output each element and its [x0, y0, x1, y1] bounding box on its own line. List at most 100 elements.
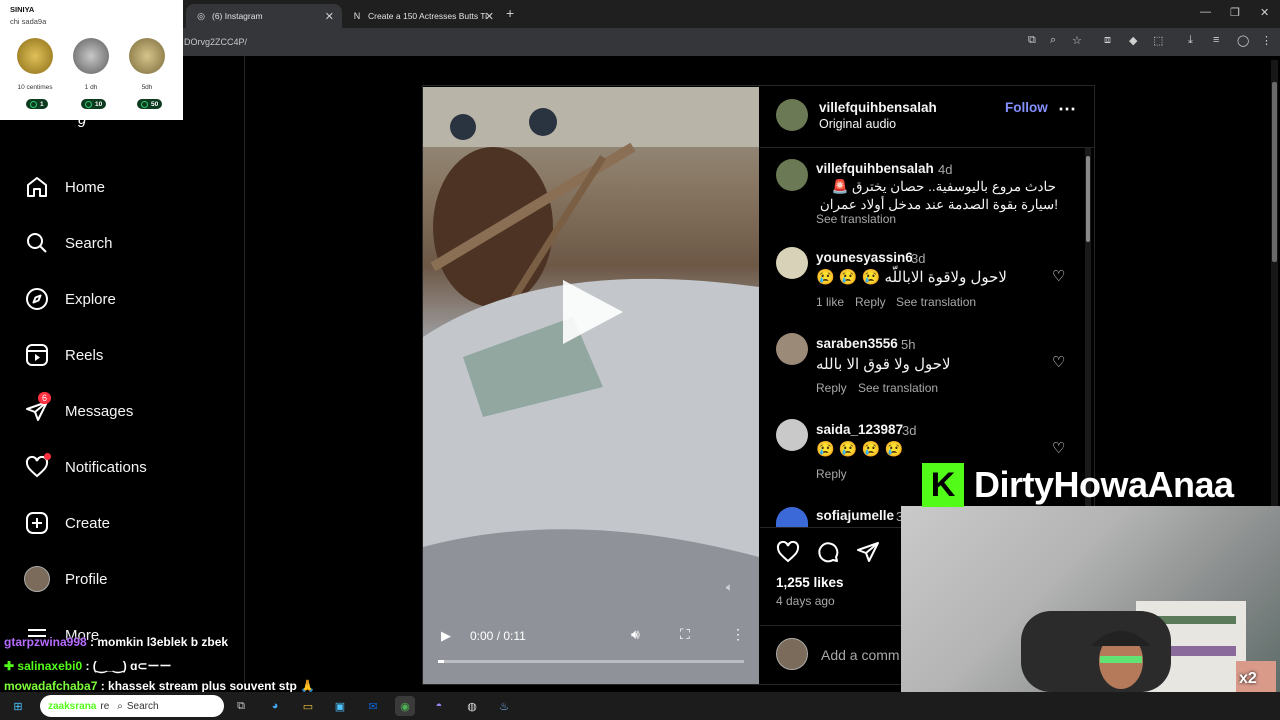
- see-translation-link[interactable]: See translation: [858, 381, 938, 395]
- restore-icon[interactable]: ❐: [1230, 6, 1240, 19]
- close-icon[interactable]: ✕: [325, 10, 334, 23]
- comment-username[interactable]: sofiajumelle: [816, 508, 894, 523]
- reply-link[interactable]: Reply: [855, 295, 886, 309]
- comment-avatar[interactable]: [776, 247, 808, 279]
- video-progress-bar[interactable]: [438, 660, 744, 663]
- reel-video[interactable]: [423, 87, 759, 684]
- discord-icon[interactable]: ◓: [429, 696, 449, 716]
- like-heart-icon[interactable]: [776, 540, 800, 569]
- windows-start-icon[interactable]: ⊞: [8, 696, 28, 716]
- compass-icon: [24, 286, 50, 312]
- comment-age: 3d: [902, 423, 917, 438]
- sidebar-item-search[interactable]: Search: [24, 228, 113, 258]
- reply-link[interactable]: Reply: [816, 467, 847, 481]
- video-time: 0:00 / 0:11: [470, 629, 526, 643]
- address-bar: DOrvg2ZCC4P/: [0, 28, 1280, 56]
- download-icon[interactable]: ⤓: [1188, 34, 1193, 47]
- streamer-name: DirtyHowaAnaa: [974, 464, 1234, 505]
- file-explorer-icon[interactable]: ▭: [298, 696, 318, 716]
- chrome-icon[interactable]: ◉: [395, 696, 415, 716]
- likes-count[interactable]: 1,255 likes: [776, 575, 844, 590]
- sidebar-item-notifications[interactable]: Notifications: [24, 452, 147, 482]
- kebab-menu-icon[interactable]: ⋮: [1261, 34, 1272, 47]
- plus-square-icon: [24, 510, 50, 536]
- comment-username[interactable]: saraben3556: [816, 336, 898, 351]
- send-icon: 6: [24, 392, 52, 424]
- new-tab-icon[interactable]: +: [506, 5, 514, 21]
- author-avatar[interactable]: [776, 99, 808, 131]
- heart-icon: [24, 453, 51, 480]
- comments-scroll-thumb[interactable]: [1086, 156, 1090, 242]
- chat-text: : (‿_‿) ɑ⊂ーー: [82, 659, 172, 673]
- sidebar-item-create[interactable]: Create: [24, 508, 110, 538]
- tab-notion[interactable]: N Create a 150 Actresses Butts Ti ✕: [342, 4, 502, 28]
- comment-avatar[interactable]: [776, 333, 808, 365]
- media-icon[interactable]: ≡: [1213, 34, 1219, 46]
- close-window-icon[interactable]: ✕: [1260, 6, 1269, 19]
- messages-badge: 6: [38, 392, 52, 404]
- minimize-icon[interactable]: —: [1200, 6, 1211, 18]
- extension-diamond-icon[interactable]: ◆: [1129, 34, 1137, 47]
- home-icon: [24, 174, 50, 200]
- audio-label[interactable]: Original audio: [819, 117, 896, 131]
- sidebar-item-label: Profile: [65, 570, 108, 588]
- coin-label: 1 dh: [84, 84, 98, 91]
- fullscreen-icon[interactable]: ⛶: [680, 626, 690, 643]
- sidebar-item-explore[interactable]: Explore: [24, 284, 116, 314]
- follow-button[interactable]: Follow: [1005, 100, 1048, 115]
- taskbar-search[interactable]: zaaksrana re ⌕ Search: [40, 695, 224, 717]
- tab-instagram[interactable]: ◎ (6) Instagram ✕: [186, 4, 342, 28]
- comment-username[interactable]: younesyassin6: [816, 250, 913, 265]
- task-view-icon[interactable]: ⧉: [231, 696, 251, 716]
- zoom-icon[interactable]: ⌕: [1050, 34, 1056, 47]
- instagram-icon: ◎: [197, 10, 205, 21]
- chat-text: : khassek stream plus souvent stp 🙏: [97, 679, 316, 693]
- more-options-icon[interactable]: ⋯: [1058, 99, 1076, 120]
- edge-icon[interactable]: ◕: [265, 696, 285, 716]
- sidebar-item-messages[interactable]: 6 Messages: [24, 392, 133, 426]
- comment-avatar[interactable]: [776, 507, 808, 527]
- bookmark-star-icon[interactable]: ☆: [1072, 34, 1082, 47]
- play-button[interactable]: [563, 280, 623, 344]
- like-comment-heart-icon[interactable]: ♡: [1052, 353, 1065, 371]
- sidebar-item-home[interactable]: Home: [24, 172, 105, 202]
- outlook-icon[interactable]: ✉: [363, 696, 383, 716]
- windows-taskbar: ⊞ zaaksrana re ⌕ Search ⧉ ◕ ▭ ▣ ✉ ◉ ◓ ◍ …: [0, 692, 1280, 720]
- see-translation-link[interactable]: See translation: [896, 295, 976, 309]
- reply-link[interactable]: Reply: [816, 381, 847, 395]
- video-options-icon[interactable]: ⋮: [731, 626, 745, 643]
- notification-dot: [44, 453, 51, 460]
- close-icon[interactable]: ✕: [485, 10, 494, 23]
- sidebar-item-label: Explore: [65, 290, 116, 308]
- coin-count-value: 10: [95, 100, 103, 108]
- store-icon[interactable]: ▣: [330, 696, 350, 716]
- comment-bubble-icon[interactable]: [816, 540, 840, 569]
- sidebar-item-label: Home: [65, 178, 106, 196]
- caption-username[interactable]: villefquihbensalah: [816, 161, 934, 176]
- comment-likes[interactable]: 1 like: [816, 295, 844, 309]
- steam-icon[interactable]: ♨: [494, 696, 514, 716]
- comment-username[interactable]: saida_123987: [816, 422, 903, 437]
- sidebar-item-reels[interactable]: Reels: [24, 340, 103, 370]
- like-comment-heart-icon[interactable]: ♡: [1052, 267, 1065, 285]
- caption-avatar[interactable]: [776, 159, 808, 191]
- extensions-icon[interactable]: ⬚: [1153, 34, 1163, 47]
- url-text[interactable]: DOrvg2ZCC4P/: [184, 37, 247, 47]
- sidebar-item-profile[interactable]: Profile: [24, 564, 108, 594]
- obs-icon[interactable]: ◍: [462, 696, 482, 716]
- page-scroll-thumb[interactable]: [1272, 82, 1277, 262]
- comment-avatar[interactable]: [776, 419, 808, 451]
- translate-icon[interactable]: ⧈: [1104, 34, 1111, 47]
- profile-icon[interactable]: ◯: [1237, 34, 1249, 47]
- see-translation-link[interactable]: See translation: [816, 212, 896, 226]
- like-comment-heart-icon[interactable]: ♡: [1052, 439, 1065, 457]
- mute-icon[interactable]: 🔈︎: [726, 580, 733, 595]
- chat-message: ✚ salinaxebi0 : (‿_‿) ɑ⊂ーー: [4, 657, 171, 674]
- author-username[interactable]: villefquihbensalah: [819, 100, 937, 115]
- post-date: 4 days ago: [776, 594, 835, 608]
- play-icon[interactable]: ▶: [441, 628, 451, 644]
- install-icon[interactable]: ⧉: [1028, 34, 1036, 47]
- share-send-icon[interactable]: [856, 540, 880, 569]
- volume-icon[interactable]: 🔊︎: [631, 626, 640, 643]
- add-comment-input[interactable]: Add a comm: [821, 647, 900, 663]
